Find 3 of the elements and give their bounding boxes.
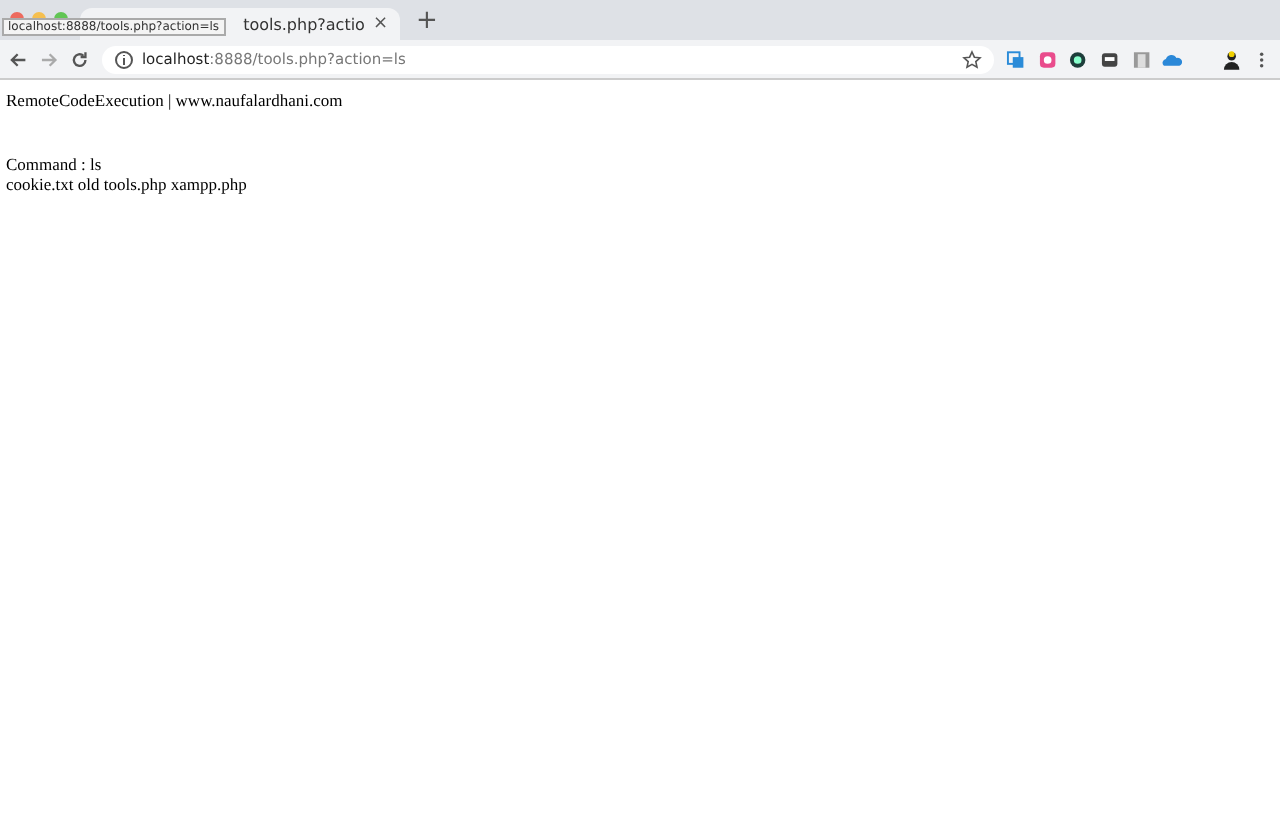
page-heading: RemoteCodeExecution | www.naufalardhani.com	[6, 90, 345, 110]
command-output: cookie.txt old tools.php xampp.php	[6, 174, 249, 194]
command-text: Command : ls	[6, 154, 104, 174]
